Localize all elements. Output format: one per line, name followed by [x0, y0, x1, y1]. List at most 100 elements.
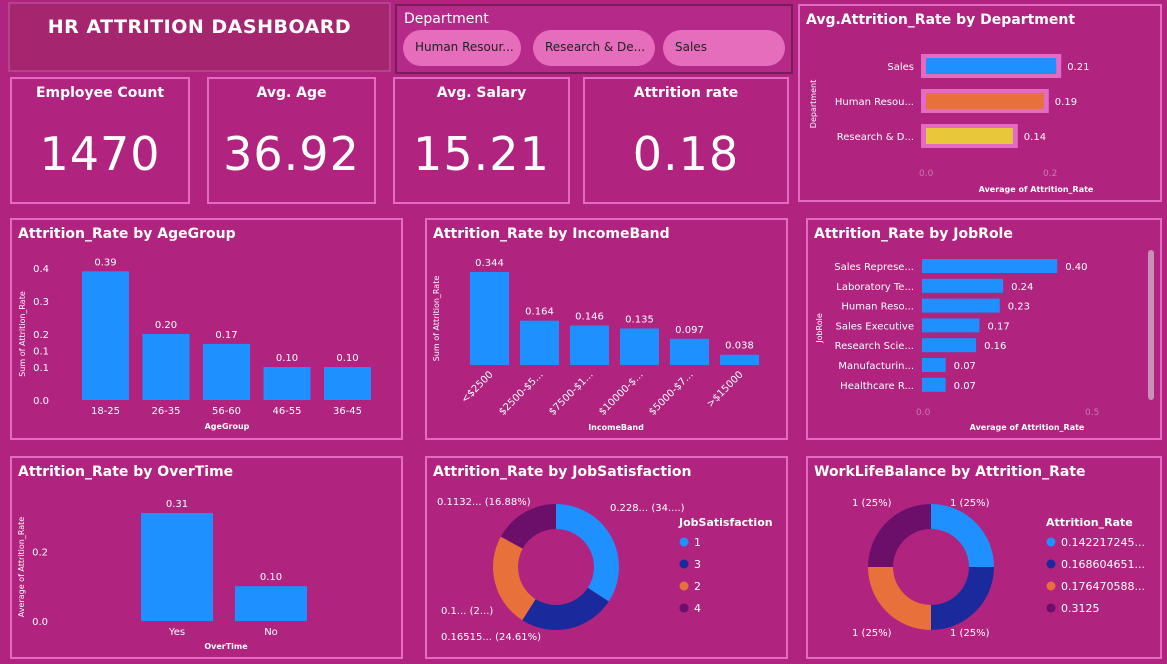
slicer-option-sales[interactable]: Sales: [663, 30, 785, 66]
data-label: 0.146: [575, 312, 604, 323]
data-label: 0.17: [215, 330, 237, 341]
y-tick-label: 0.0: [33, 396, 49, 407]
data-label: 0.16515... (24.61%): [441, 632, 541, 643]
chart-worklifebalance-svg: 1 (25%) 1 (25%) 1 (25%) 1 (25%) Attrition_Ra…: [852, 498, 1145, 639]
donut-slice: [556, 504, 619, 602]
legend-item: 1: [694, 536, 701, 549]
data-label: 0.228... (34....): [610, 503, 685, 514]
data-label: 0.097: [675, 325, 704, 336]
legend-marker: [1046, 559, 1056, 569]
chart-jobsatisfaction[interactable]: Attrition_Rate by JobSatisfaction 0.228.…: [425, 456, 788, 659]
bar: [922, 298, 1000, 313]
chart-scrollbar[interactable]: [1148, 250, 1154, 400]
y-tick-label: Manufacturin...: [838, 361, 914, 372]
slicer-option-rd[interactable]: Research & De...: [533, 30, 655, 66]
data-label: 0.10: [260, 572, 282, 583]
legend-item: 0.3125: [1061, 602, 1100, 615]
bar: [82, 271, 129, 400]
legend-marker: [679, 537, 689, 547]
data-label: 0.07: [954, 381, 976, 392]
x-tick-label: 26-35: [151, 406, 180, 417]
y-tick-label: 0.1: [33, 363, 49, 374]
x-tick-label: 0.0: [919, 169, 934, 179]
chart-incomeband[interactable]: Attrition_Rate by IncomeBand Sum of Attr…: [425, 218, 788, 440]
x-axis-title: IncomeBand: [588, 423, 644, 432]
bar: [470, 272, 509, 365]
donut-slice: [522, 587, 609, 630]
bar: [142, 334, 190, 400]
x-axis-title: AgeGroup: [205, 422, 250, 431]
chart-department[interactable]: Avg.Attrition_Rate by Department Departm…: [798, 4, 1162, 202]
donut-slice: [492, 536, 536, 621]
data-label: 0.135: [625, 315, 654, 326]
chart-agegroup[interactable]: Attrition_Rate by AgeGroup 0.0 0.1 0.1 0.2 0…: [10, 218, 403, 440]
kpi-value: 15.21: [413, 127, 550, 181]
legend-item: 2: [694, 580, 701, 593]
bar: [520, 320, 559, 365]
kpi-label: Employee Count: [35, 85, 165, 101]
y-tick-label: 0.4: [33, 264, 49, 275]
donut-slice: [931, 504, 994, 567]
y-tick-label: Sales: [887, 62, 914, 73]
x-tick-label: $10000-$...: [597, 369, 646, 418]
kpi-label: Avg. Salary: [436, 85, 527, 101]
data-label: 0.19: [1055, 97, 1077, 108]
data-label: 0.07: [954, 361, 976, 372]
y-axis-title: Average of Attrition_Rate: [17, 517, 26, 618]
chart-overtime[interactable]: Attrition_Rate by OverTime 0.0 0.2 Average…: [10, 456, 403, 659]
legend-title: Attrition_Rate: [1046, 516, 1133, 529]
y-tick-label: Sales Executive: [836, 321, 914, 332]
x-tick-label: 0.5: [1085, 408, 1099, 418]
bar: [620, 328, 659, 365]
chart-worklifebalance[interactable]: WorkLifeBalance by Attrition_Rate 1 (25%…: [806, 456, 1162, 659]
data-label: 0.164: [525, 307, 554, 318]
x-tick-label: 46-55: [272, 406, 301, 417]
x-axis-title: Average of Attrition_Rate: [979, 185, 1094, 194]
y-tick-label: 0.2: [32, 547, 48, 558]
chart-department-svg: Department Sales 0.21 Human Resou... 0.19 Res…: [809, 54, 1094, 194]
y-tick-label: 0.3: [33, 297, 49, 308]
chart-incomeband-svg: Sum of Attrition_Rate 0.344 <$2500 0.164 $25…: [432, 258, 759, 432]
y-axis-title: Sum of Attrition_Rate: [432, 276, 441, 362]
data-label: 0.31: [166, 499, 188, 510]
y-tick-label: Laboratory Te...: [836, 282, 914, 293]
bar: [922, 377, 946, 392]
x-tick-label: $5000-$7...: [647, 369, 696, 418]
y-tick-label: Research Scie...: [835, 341, 914, 352]
legend-item: 0.176470588...: [1061, 580, 1145, 593]
bar: [922, 338, 977, 353]
bar: [324, 367, 371, 400]
x-tick-label: 36-45: [333, 406, 362, 417]
y-tick-label: 0.0: [32, 617, 48, 628]
legend-title: JobSatisfaction: [678, 516, 773, 529]
data-label: 0.23: [1008, 302, 1030, 313]
chart-jobrole-svg: JobRole Sales Represe... 0.40 Laboratory Te…: [815, 259, 1099, 432]
y-axis-title: Department: [809, 80, 818, 128]
kpi-label: Avg. Age: [256, 85, 327, 101]
slicer-option-hr[interactable]: Human Resour...: [403, 30, 521, 66]
chart-jobrole[interactable]: Attrition_Rate by JobRole JobRole Sales R…: [806, 218, 1162, 440]
x-tick-label: $2500-$5...: [497, 369, 546, 418]
x-tick-label: Yes: [168, 627, 185, 638]
kpi-avg-age: Avg. Age 36.92: [207, 77, 376, 204]
data-label: 1 (25%): [852, 498, 892, 509]
data-label: 0.16: [984, 341, 1006, 352]
legend-item: 0.168604651...: [1061, 558, 1145, 571]
bar: [263, 367, 311, 400]
kpi-attrition-rate: Attrition rate 0.18: [583, 77, 789, 204]
y-tick-label: Healthcare R...: [840, 381, 914, 392]
x-axis-title: OverTime: [204, 642, 248, 651]
x-tick-label: 18-25: [91, 406, 120, 417]
x-tick-label: 0.0: [916, 408, 931, 418]
bar: [720, 354, 759, 365]
chart-jobsatisfaction-svg: 0.228... (34....) 0.16515... (24.61%) 0.1.…: [437, 497, 773, 643]
data-label: 1 (25%): [852, 628, 892, 639]
x-tick-label: 0.2: [1043, 169, 1057, 179]
department-slicer: Department Human Resour... Research & De…: [395, 4, 793, 74]
data-label: 0.24: [1011, 282, 1033, 293]
legend-marker: [1046, 537, 1056, 547]
donut-slice: [868, 504, 931, 567]
x-tick-label: No: [264, 627, 278, 638]
kpi-value: 0.18: [632, 127, 740, 181]
data-label: 0.1... (2...): [441, 606, 493, 617]
